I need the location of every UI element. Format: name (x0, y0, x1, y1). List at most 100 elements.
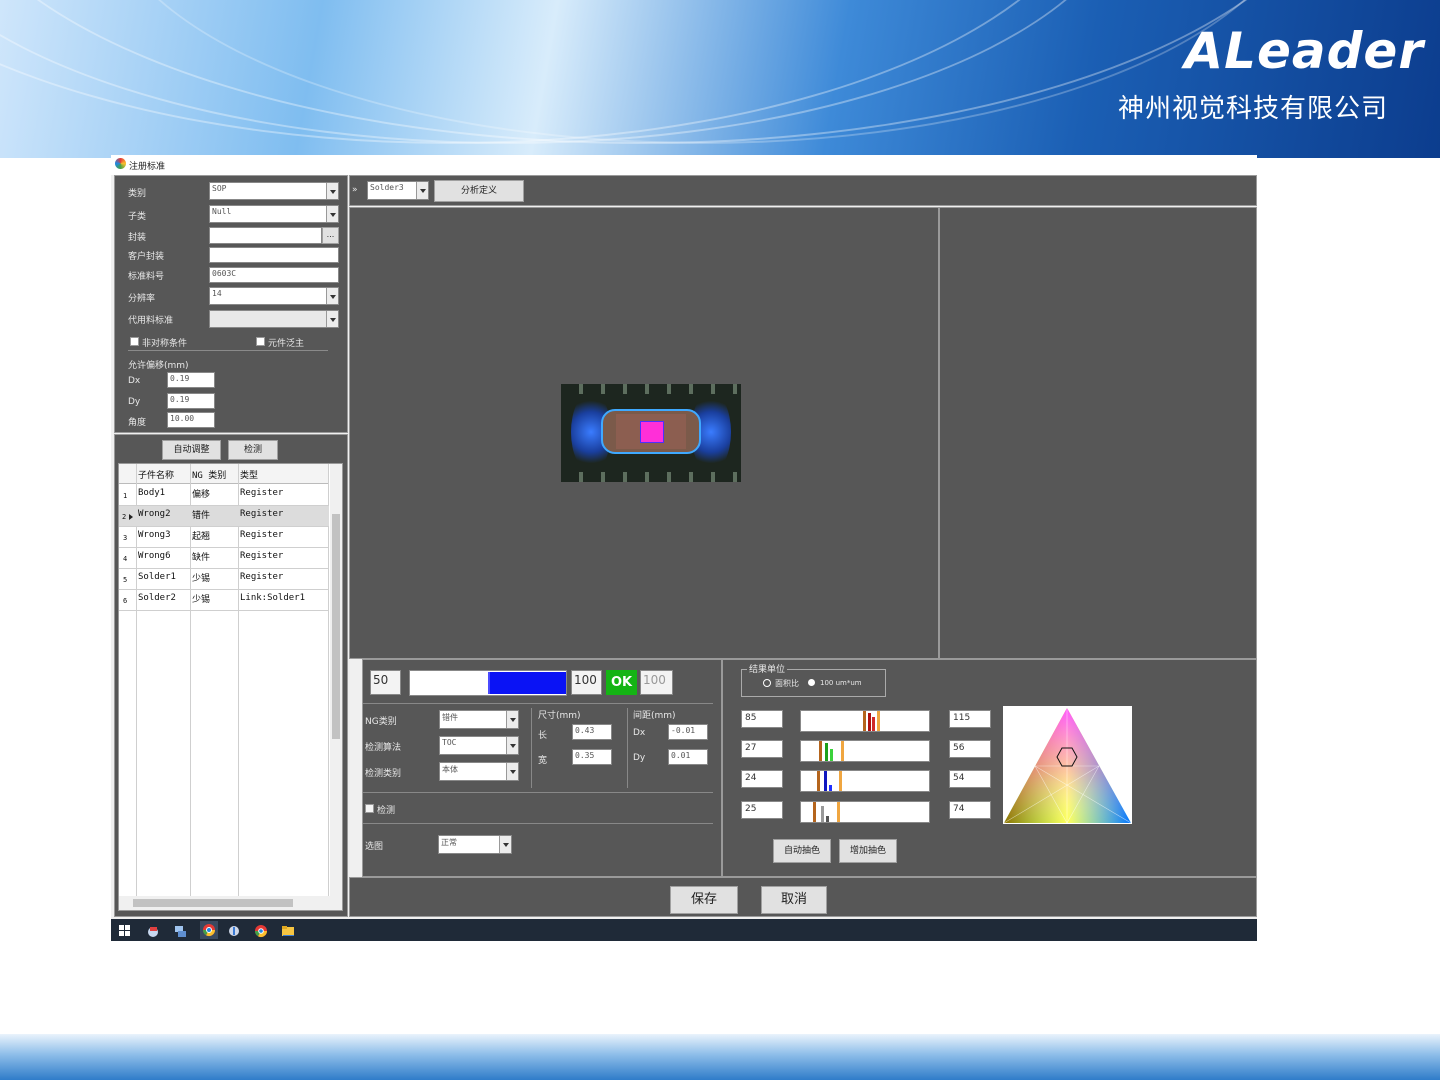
color-max-input[interactable]: 115 (949, 710, 991, 728)
row-name: Body1 (138, 488, 166, 498)
chevron-down-icon (506, 763, 518, 780)
status-badge: OK (606, 670, 637, 695)
row-type: Link:Solder1 (240, 593, 306, 603)
histogram-3[interactable] (800, 770, 930, 792)
result-unit-title: 结果单位 (747, 662, 788, 675)
window-title: 注册标准 (129, 162, 166, 172)
gap-dy-label: Dy (633, 753, 646, 763)
algo-select[interactable]: TOC (439, 736, 519, 755)
area-radio[interactable] (763, 679, 771, 687)
auto-adjust-button[interactable]: 自动调整 (162, 440, 221, 460)
row-ng: 偏移 (192, 490, 211, 500)
algo-label: 检测算法 (365, 743, 402, 753)
dy-label: Dy (128, 397, 141, 407)
histogram-4[interactable] (800, 801, 930, 823)
row-ng: 缺件 (192, 553, 211, 563)
alt-std-select[interactable] (209, 310, 339, 328)
color-triangle[interactable] (1003, 706, 1132, 824)
row-name: Solder1 (138, 572, 176, 582)
histogram-2[interactable] (800, 740, 930, 762)
select-image-select[interactable]: 正常 (438, 835, 512, 854)
wid-label: 宽 (538, 756, 548, 766)
package-input[interactable] (209, 227, 322, 244)
auto-color-button[interactable]: 自动抽色 (773, 839, 831, 863)
std-part-input[interactable]: 0603C (209, 267, 339, 283)
component-color-checkbox[interactable] (256, 337, 265, 346)
color-max-input[interactable]: 56 (949, 740, 991, 758)
detect-button[interactable]: 检测 (228, 440, 278, 460)
package-browse-button[interactable]: ... (322, 227, 339, 244)
gap-dy-input[interactable]: 0.01 (668, 749, 708, 765)
cancel-button[interactable]: 取消 (761, 886, 827, 914)
tool-icon[interactable] (227, 923, 241, 937)
top-toolbar: » Solder3 分析定义 (349, 175, 1257, 206)
color-min-input[interactable]: 24 (741, 770, 783, 788)
network-icon[interactable] (173, 923, 187, 937)
threshold-high[interactable]: 100 (571, 670, 602, 695)
app-icon[interactable] (146, 923, 160, 937)
color-max-input[interactable]: 74 (949, 801, 991, 819)
image-view-panel[interactable] (349, 207, 939, 659)
grid-header-type[interactable]: 类型 (240, 468, 258, 481)
resolution-select[interactable]: 14 (209, 287, 339, 305)
brand-logo: ALeader (1184, 22, 1424, 80)
chevron-down-icon (499, 836, 511, 853)
chevron-down-icon (416, 182, 428, 199)
threshold-range-bar[interactable] (409, 670, 567, 696)
dx-input[interactable]: 0.19 (167, 372, 215, 388)
hscrollbar-thumb[interactable] (133, 899, 293, 907)
row-index: 2 (122, 513, 127, 521)
row-index: 3 (123, 534, 128, 542)
scrollbar-thumb[interactable] (332, 514, 340, 739)
current-row-icon (129, 514, 133, 520)
chevron-down-icon (506, 737, 518, 754)
grid-header-ng[interactable]: NG 类别 (192, 468, 226, 481)
asym-checkbox[interactable] (130, 337, 139, 346)
std-part-label: 标准料号 (128, 272, 165, 282)
chevron-down-icon (326, 288, 338, 304)
asym-label: 非对称条件 (142, 339, 188, 349)
save-button[interactable]: 保存 (670, 886, 738, 914)
color-max-input[interactable]: 54 (949, 770, 991, 788)
package-label: 封装 (128, 233, 147, 243)
category-select[interactable]: SOP (209, 182, 339, 200)
color-min-input[interactable]: 85 (741, 710, 783, 728)
color-min-input[interactable]: 27 (741, 740, 783, 758)
taskbar (111, 919, 1257, 941)
windows-start-icon[interactable] (118, 923, 132, 937)
grid-header-name[interactable]: 子件名称 (138, 468, 174, 481)
detect-type-select[interactable]: 本体 (439, 762, 519, 781)
threshold-low[interactable]: 50 (370, 670, 401, 695)
dy-input[interactable]: 0.19 (167, 393, 215, 409)
subcomponent-grid[interactable]: 子件名称 NG 类别 类型 1 Body1 偏移 Register 2 Wron… (118, 463, 343, 911)
um-radio[interactable] (808, 679, 815, 686)
row-index: 6 (123, 597, 128, 605)
ng-type-select[interactable]: 错件 (439, 710, 519, 729)
angle-input[interactable]: 10.00 (167, 412, 215, 428)
subtype-select[interactable]: Null (209, 205, 339, 223)
chrome-icon[interactable] (200, 921, 218, 939)
detect-type-label: 检测类别 (365, 769, 402, 779)
len-input[interactable]: 0.43 (572, 724, 612, 740)
solder-select[interactable]: Solder3 (367, 181, 429, 200)
histogram-1[interactable] (800, 710, 930, 732)
check-checkbox[interactable] (365, 804, 374, 813)
preview-panel[interactable] (939, 207, 1257, 659)
analysis-define-button[interactable]: 分析定义 (434, 180, 524, 202)
row-ng: 起翘 (192, 532, 211, 542)
standard-form-panel: 类别 SOP 子类 Null 封装 ... 客户封装 标准料号 0603C 分辨… (114, 175, 348, 433)
folder-icon[interactable] (281, 923, 295, 937)
size-title: 尺寸(mm) (538, 711, 581, 721)
chevron-down-icon (326, 183, 338, 199)
wid-input[interactable]: 0.35 (572, 749, 612, 765)
add-color-button[interactable]: 增加抽色 (839, 839, 897, 863)
row-name: Wrong6 (138, 551, 171, 561)
gap-dx-input[interactable]: -0.01 (668, 724, 708, 740)
ng-type-label: NG类别 (365, 717, 397, 727)
chrome-icon[interactable] (254, 923, 268, 938)
dx-label: Dx (128, 376, 141, 386)
customer-package-input[interactable] (209, 247, 339, 263)
title-bar: 注册标准 (111, 155, 1257, 175)
color-min-input[interactable]: 25 (741, 801, 783, 819)
expand-icon[interactable]: » (352, 185, 358, 195)
